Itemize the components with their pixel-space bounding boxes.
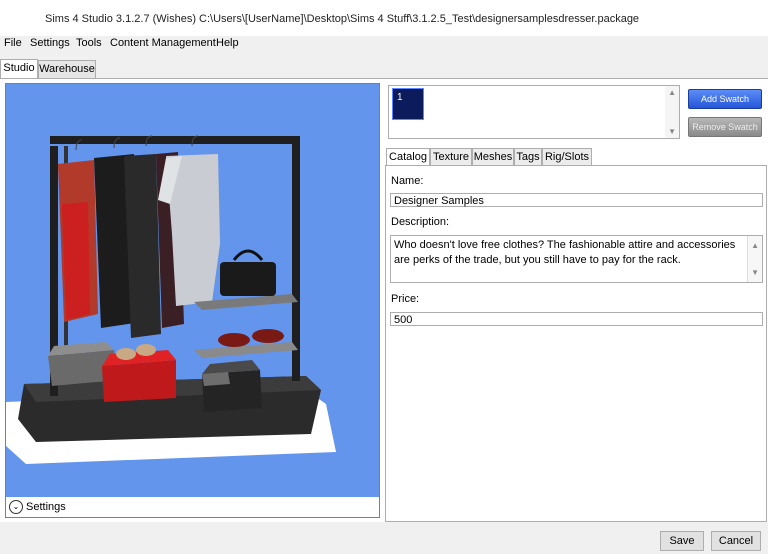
scroll-up-icon[interactable]: ▲ bbox=[751, 238, 759, 253]
viewport-settings-bar[interactable]: ⌄ Settings bbox=[6, 497, 379, 517]
description-text: Who doesn't love free clothes? The fashi… bbox=[394, 239, 736, 266]
description-field[interactable]: Who doesn't love free clothes? The fashi… bbox=[390, 235, 763, 283]
name-field[interactable]: Designer Samples bbox=[390, 193, 763, 207]
description-scrollbar[interactable]: ▲ ▼ bbox=[747, 236, 762, 282]
menu-tools[interactable]: Tools bbox=[76, 37, 102, 49]
scroll-down-icon[interactable]: ▼ bbox=[751, 265, 759, 280]
save-button[interactable]: Save bbox=[660, 531, 704, 551]
title-bar: Sims 4 Studio 3.1.2.7 (Wishes) C:\Users\… bbox=[0, 0, 768, 36]
description-label: Description: bbox=[391, 216, 450, 228]
cancel-button[interactable]: Cancel bbox=[711, 531, 761, 551]
menu-settings[interactable]: Settings bbox=[30, 37, 70, 49]
tab-rig-slots[interactable]: Rig/Slots bbox=[542, 148, 592, 165]
menu-bar: File Settings Tools Content Management H… bbox=[0, 36, 768, 52]
price-field[interactable]: 500 bbox=[390, 312, 763, 326]
menu-content-management[interactable]: Content Management bbox=[110, 37, 216, 49]
menu-file[interactable]: File bbox=[4, 37, 22, 49]
tab-texture[interactable]: Texture bbox=[430, 148, 472, 165]
price-label: Price: bbox=[391, 293, 420, 305]
menu-help[interactable]: Help bbox=[216, 37, 239, 49]
tab-warehouse[interactable]: Warehouse bbox=[38, 60, 96, 78]
tab-catalog[interactable]: Catalog bbox=[386, 148, 430, 165]
scroll-up-icon[interactable]: ▲ bbox=[668, 88, 676, 97]
dresser-render bbox=[6, 135, 336, 464]
model-viewport[interactable]: ⌄ Settings bbox=[5, 83, 380, 518]
name-label: Name: bbox=[391, 175, 424, 187]
swatch-list[interactable]: 1 ▲ ▼ bbox=[388, 85, 680, 139]
catalog-panel: Name: Designer Samples Description: Who … bbox=[385, 165, 767, 522]
add-swatch-button[interactable]: Add Swatch bbox=[688, 89, 762, 109]
window-title: Sims 4 Studio 3.1.2.7 (Wishes) C:\Users\… bbox=[45, 13, 640, 25]
remove-swatch-button[interactable]: Remove Swatch bbox=[688, 117, 762, 137]
viewport-settings-label[interactable]: Settings bbox=[26, 501, 66, 513]
scroll-down-icon[interactable]: ▼ bbox=[668, 127, 676, 136]
tab-studio[interactable]: Studio bbox=[0, 59, 38, 79]
chevron-down-icon[interactable]: ⌄ bbox=[9, 500, 23, 514]
tab-meshes[interactable]: Meshes bbox=[472, 148, 514, 165]
swatch-item[interactable]: 1 bbox=[392, 88, 424, 120]
tab-tags[interactable]: Tags bbox=[514, 148, 542, 165]
swatch-scrollbar[interactable]: ▲ ▼ bbox=[665, 86, 679, 138]
